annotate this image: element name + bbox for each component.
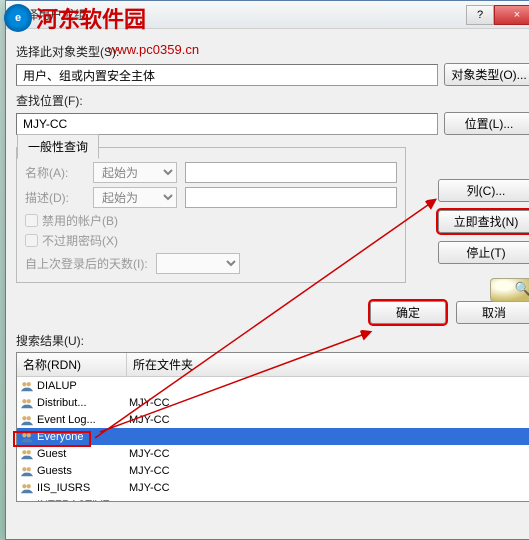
stop-button[interactable]: 停止(T) [438,241,529,264]
name-operator-select[interactable]: 起始为 [93,162,177,183]
list-item[interactable]: INTERACTIVE [17,496,529,502]
help-button[interactable]: ? [466,5,494,25]
list-item[interactable]: GuestMJY-CC [17,445,529,462]
list-item[interactable]: DIALUP [17,377,529,394]
disabled-accounts-label: 禁用的帐户(B) [42,212,118,229]
row-folder: MJY-CC [129,414,529,426]
noexpire-checkbox[interactable]: 不过期密码(X) [25,232,397,249]
list-item[interactable]: Distribut...MJY-CC [17,394,529,411]
group-icon [19,447,35,461]
list-item[interactable]: GuestsMJY-CC [17,462,529,479]
list-item[interactable]: IIS_IUSRSMJY-CC [17,479,529,496]
days-select[interactable] [156,253,240,274]
noexpire-cb[interactable] [25,234,38,247]
ok-button[interactable]: 确定 [370,301,446,324]
location-field: MJY-CC [16,113,438,135]
group-icon [19,413,35,427]
magnify-icon [490,278,529,302]
col-folder-header[interactable]: 所在文件夹 [127,353,529,376]
name-label: 名称(A): [25,164,85,181]
row-name: Guest [37,448,129,460]
disabled-accounts-cb[interactable] [25,214,38,227]
dialog-content: 选择此对象类型(S): 用户、组或内置安全主体 对象类型(O)... 查找位置(… [6,29,529,510]
name-input[interactable] [185,162,397,183]
days-label: 自上次登录后的天数(I): [25,255,148,272]
cancel-button[interactable]: 取消 [456,301,529,324]
columns-button[interactable]: 列(C)... [438,179,529,202]
location-value: MJY-CC [23,117,67,131]
desc-operator-select[interactable]: 起始为 [93,187,177,208]
group-icon [19,396,35,410]
location-label: 查找位置(F): [16,92,529,109]
listview-header[interactable]: 名称(RDN) 所在文件夹 [17,353,529,377]
row-name: INTERACTIVE [37,499,129,503]
listview-body: DIALUPDistribut...MJY-CCEvent Log...MJY-… [17,377,529,502]
disabled-accounts-checkbox[interactable]: 禁用的帐户(B) [25,212,397,229]
common-query-tab[interactable]: 一般性查询 [17,134,99,159]
group-icon [19,481,35,495]
object-type-field: 用户、组或内置安全主体 [16,64,438,86]
common-query-fieldset: 一般性查询 名称(A): 起始为 描述(D): 起始为 禁用的帐户(B) 不过期… [16,147,406,283]
window-title: 选择用户或组 [14,6,466,23]
row-name: Distribut... [37,397,129,409]
group-icon [19,430,35,444]
object-type-value: 用户、组或内置安全主体 [23,67,155,84]
group-icon [19,498,35,503]
locations-button[interactable]: 位置(L)... [444,112,529,135]
titlebar: 选择用户或组 ? × [6,1,529,29]
results-listview[interactable]: 名称(RDN) 所在文件夹 DIALUPDistribut...MJY-CCEv… [16,352,529,502]
row-name: IIS_IUSRS [37,482,129,494]
object-type-label: 选择此对象类型(S): [16,43,529,60]
desc-label: 描述(D): [25,189,85,206]
dialog-window: 选择用户或组 ? × 选择此对象类型(S): 用户、组或内置安全主体 对象类型(… [5,0,529,540]
col-name-header[interactable]: 名称(RDN) [17,353,127,376]
results-label: 搜索结果(U): [16,332,529,349]
close-button[interactable]: × [494,5,529,25]
list-item[interactable]: Everyone [17,428,529,445]
object-types-button[interactable]: 对象类型(O)... [444,63,529,86]
list-item[interactable]: Event Log...MJY-CC [17,411,529,428]
find-now-button[interactable]: 立即查找(N) [438,210,529,233]
row-name: Everyone [37,431,129,443]
row-folder: MJY-CC [129,465,529,477]
row-folder: MJY-CC [129,448,529,460]
row-folder: MJY-CC [129,397,529,409]
desc-input[interactable] [185,187,397,208]
row-name: Event Log... [37,414,129,426]
group-icon [19,464,35,478]
row-folder: MJY-CC [129,482,529,494]
row-name: DIALUP [37,380,129,392]
group-icon [19,379,35,393]
right-button-column: 列(C)... 立即查找(N) 停止(T) [438,179,529,302]
row-name: Guests [37,465,129,477]
noexpire-label: 不过期密码(X) [42,232,118,249]
